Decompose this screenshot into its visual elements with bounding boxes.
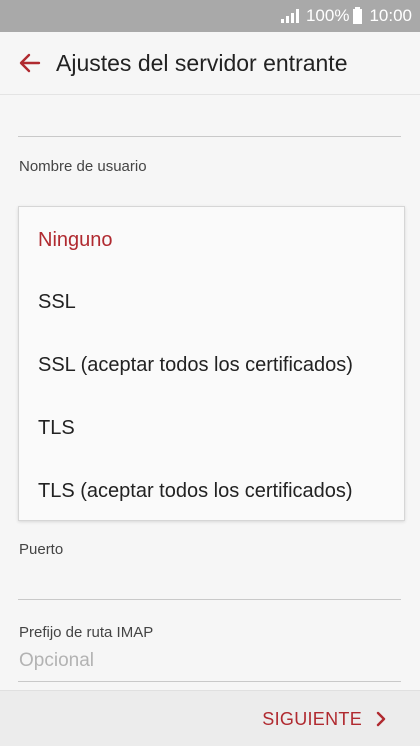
previous-field-underline [18,136,401,137]
app-bar: Ajustes del servidor entrante [0,32,420,94]
page-title: Ajustes del servidor entrante [56,49,348,76]
next-button[interactable]: SIGUIENTE [262,691,386,746]
dropdown-option-tls-all-certs[interactable]: TLS (aceptar todos los certificados) [38,476,353,506]
status-bar: 100% 10:00 [0,0,420,32]
security-type-dropdown[interactable]: Ninguno SSL SSL (aceptar todos los certi… [18,206,405,521]
port-label: Puerto [19,541,64,558]
back-button[interactable] [0,32,56,94]
battery-icon [353,6,363,24]
bottom-bar: SIGUIENTE [0,690,420,746]
imap-prefix-label: Prefijo de ruta IMAP [19,624,154,641]
port-field[interactable] [18,599,401,600]
dropdown-option-ssl[interactable]: SSL [38,287,76,317]
arrow-left-icon [19,53,41,73]
dropdown-option-ssl-all-certs[interactable]: SSL (aceptar todos los certificados) [38,350,353,380]
signal-icon [280,9,299,23]
imap-prefix-underline [18,681,401,682]
app-bar-divider [0,94,420,95]
dropdown-option-ninguno[interactable]: Ninguno [38,225,113,255]
next-button-label: SIGUIENTE [262,708,362,729]
clock: 10:00 [369,6,412,25]
battery-percentage: 100% [305,6,350,25]
username-label: Nombre de usuario [19,158,147,175]
dropdown-option-tls[interactable]: TLS [38,413,75,443]
chevron-right-icon [376,711,386,727]
imap-prefix-input[interactable]: Opcional [19,650,94,672]
